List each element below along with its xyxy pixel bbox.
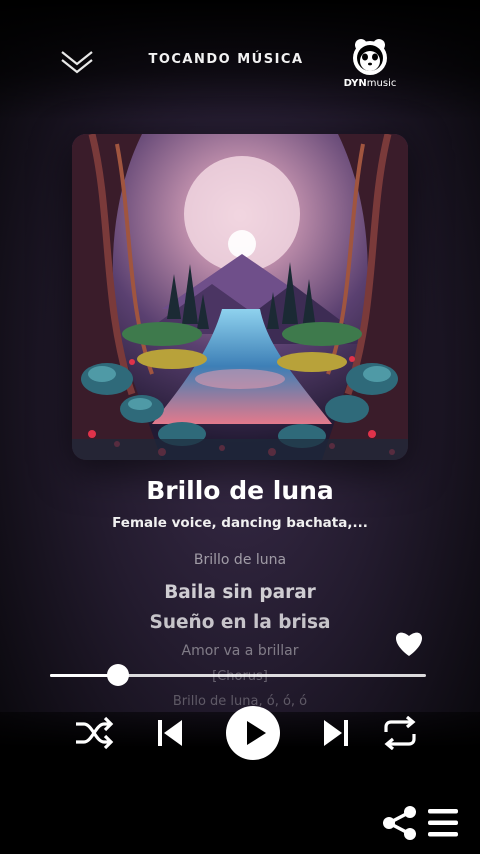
seek-bar[interactable] bbox=[50, 664, 426, 686]
skip-previous-icon[interactable] bbox=[156, 718, 184, 748]
panda-logo-icon bbox=[353, 39, 387, 75]
repeat-icon[interactable] bbox=[380, 716, 420, 750]
lyric-line: Baila sin parar bbox=[164, 582, 316, 603]
logo-text: DYNmusic bbox=[343, 78, 397, 89]
album-art-image bbox=[72, 134, 408, 460]
seek-thumb[interactable] bbox=[106, 664, 129, 686]
skip-next-icon[interactable] bbox=[322, 718, 350, 748]
play-icon bbox=[247, 721, 266, 745]
play-button[interactable] bbox=[226, 706, 280, 760]
album-art bbox=[72, 134, 408, 460]
lyric-line: Brillo de luna bbox=[193, 552, 287, 568]
menu-icon[interactable] bbox=[426, 806, 460, 840]
track-subtitle: Female voice, dancing bachata,... bbox=[112, 515, 368, 531]
shuffle-icon[interactable] bbox=[74, 716, 114, 750]
app-logo: DYNmusic bbox=[340, 36, 400, 92]
track-title: Brillo de luna bbox=[146, 476, 334, 505]
share-icon[interactable] bbox=[380, 804, 420, 842]
heart-icon[interactable] bbox=[393, 628, 425, 658]
